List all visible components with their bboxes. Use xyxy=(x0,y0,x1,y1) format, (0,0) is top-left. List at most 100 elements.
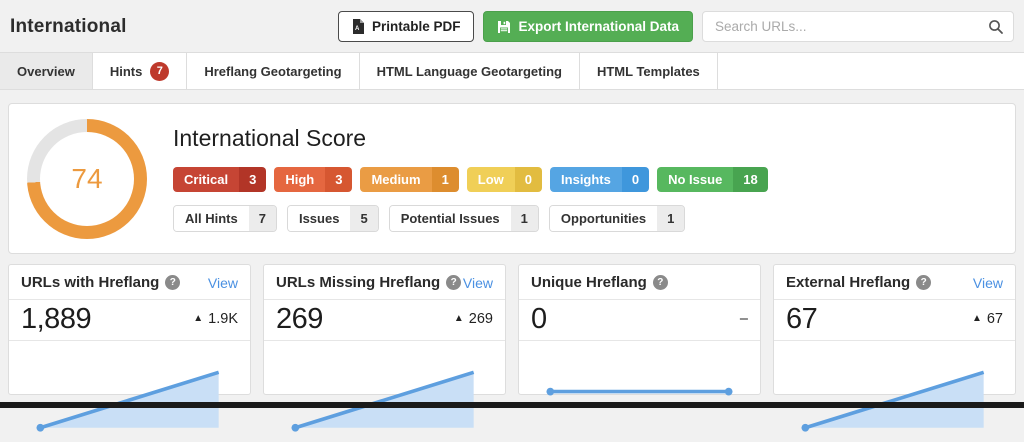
delta-indicator: ▲ 269 xyxy=(454,311,493,327)
card-header: Unique Hreflang ? xyxy=(519,265,760,300)
tab-hreflang-geotargeting[interactable]: Hreflang Geotargeting xyxy=(187,53,360,89)
score-panel-title: International Score xyxy=(173,125,367,151)
triangle-up-icon: ▲ xyxy=(971,313,982,324)
badge-no-issue-count: 18 xyxy=(733,167,768,192)
sparkline-svg xyxy=(36,370,220,432)
badge-medium-count: 1 xyxy=(431,167,459,192)
delta-indicator: ▲ 1.9K xyxy=(193,311,238,327)
badge-critical-count: 3 xyxy=(239,167,267,192)
card-value: 1,889 xyxy=(21,302,92,335)
triangle-up-icon: ▲ xyxy=(193,313,204,324)
badge-insights[interactable]: Insights 0 xyxy=(550,167,650,192)
printable-pdf-button[interactable]: A Printable PDF xyxy=(337,11,475,42)
sparkline-chart xyxy=(9,341,250,442)
badge-critical-label: Critical xyxy=(173,167,240,192)
tab-html-templates[interactable]: HTML Templates xyxy=(580,53,718,89)
card-value-row: 0 – xyxy=(519,300,760,341)
card-title: URLs with Hreflang xyxy=(21,274,160,291)
tab-bar-filler xyxy=(718,53,1024,89)
filter-opportunities-label: Opportunities xyxy=(549,206,658,231)
filter-potential-issues-label: Potential Issues xyxy=(389,206,511,231)
question-mark-icon[interactable]: ? xyxy=(916,275,932,290)
card-title: URLs Missing Hreflang xyxy=(276,274,441,291)
card-urls-with-hreflang: URLs with Hreflang ? View 1,889 ▲ 1.9K xyxy=(8,264,251,432)
card-value: 269 xyxy=(276,302,323,335)
badge-high[interactable]: High 3 xyxy=(274,167,353,192)
question-mark-icon[interactable]: ? xyxy=(446,275,462,290)
badge-critical[interactable]: Critical 3 xyxy=(173,167,267,192)
card-title: External Hreflang xyxy=(786,274,911,291)
badge-insights-count: 0 xyxy=(621,167,650,192)
card-urls-missing-hreflang: URLs Missing Hreflang ? View 269 ▲ 269 xyxy=(263,264,506,432)
view-link[interactable]: View xyxy=(973,275,1003,291)
tab-hints-label: Hints xyxy=(109,63,143,79)
tab-overview-label: Overview xyxy=(17,63,75,79)
score-content: International Score Critical 3 High 3 Me… xyxy=(147,125,995,232)
question-mark-icon[interactable]: ? xyxy=(165,275,181,290)
badge-high-count: 3 xyxy=(325,167,353,192)
card-value: 0 xyxy=(531,302,547,335)
badge-no-issue[interactable]: No Issue 18 xyxy=(657,167,768,192)
tab-html-language-geotargeting[interactable]: HTML Language Geotargeting xyxy=(360,53,580,89)
score-donut-chart: 74 xyxy=(27,118,147,239)
printable-pdf-label: Printable PDF xyxy=(371,19,461,34)
sparkline-chart xyxy=(519,341,760,442)
badge-medium[interactable]: Medium 1 xyxy=(360,167,459,192)
page-header: International A Printable PDF Export Int… xyxy=(0,0,1024,52)
triangle-up-icon: ▲ xyxy=(453,313,464,324)
badge-high-label: High xyxy=(274,167,326,192)
tab-overview[interactable]: Overview xyxy=(0,53,93,89)
card-value-row: 67 ▲ 67 xyxy=(774,300,1015,341)
sparkline-svg xyxy=(291,370,475,432)
international-score-panel: 74 International Score Critical 3 High 3… xyxy=(8,103,1016,254)
filter-opportunities-count: 1 xyxy=(657,206,685,231)
pdf-file-icon: A xyxy=(352,19,365,34)
search-icon[interactable] xyxy=(988,19,1004,35)
filter-all-hints-count: 7 xyxy=(248,206,276,231)
filter-potential-issues-count: 1 xyxy=(510,206,538,231)
filter-all-hints-label: All Hints xyxy=(174,206,249,231)
tab-bar: Overview Hints 7 Hreflang Geotargeting H… xyxy=(0,52,1024,90)
tab-html-templates-label: HTML Templates xyxy=(596,63,700,79)
filter-issues[interactable]: Issues 5 xyxy=(286,205,379,232)
save-icon xyxy=(497,20,511,34)
view-link[interactable]: View xyxy=(463,275,493,291)
card-header: URLs with Hreflang ? View xyxy=(9,265,250,300)
tab-hreflang-geotargeting-label: Hreflang Geotargeting xyxy=(204,63,342,79)
filter-issues-label: Issues xyxy=(287,206,351,231)
score-value: 74 xyxy=(71,162,103,194)
sparkline-chart xyxy=(264,341,505,442)
badge-medium-label: Medium xyxy=(360,167,432,192)
delta-value: 67 xyxy=(986,311,1003,327)
export-international-data-button[interactable]: Export International Data xyxy=(483,11,693,42)
delta-value: 1.9K xyxy=(208,311,238,327)
window-bottom-edge xyxy=(0,402,1024,408)
score-donut-hole: 74 xyxy=(40,131,134,226)
severity-badge-row: Critical 3 High 3 Medium 1 Low 0 Insight… xyxy=(173,167,995,192)
card-value-row: 1,889 ▲ 1.9K xyxy=(9,300,250,341)
sparkline-svg xyxy=(546,387,733,396)
card-header: External Hreflang ? View xyxy=(774,265,1015,300)
tab-hints[interactable]: Hints 7 xyxy=(93,53,188,89)
search-box xyxy=(702,11,1014,42)
tab-html-language-geotargeting-label: HTML Language Geotargeting xyxy=(376,63,562,79)
badge-low-label: Low xyxy=(466,167,515,192)
search-input[interactable] xyxy=(715,19,988,34)
filter-opportunities[interactable]: Opportunities 1 xyxy=(548,205,686,232)
filter-all-hints[interactable]: All Hints 7 xyxy=(173,205,277,232)
view-link[interactable]: View xyxy=(208,275,238,291)
page-title: International xyxy=(10,15,127,37)
badge-insights-label: Insights xyxy=(550,167,622,192)
card-unique-hreflang: Unique Hreflang ? 0 – xyxy=(518,264,761,396)
card-title: Unique Hreflang xyxy=(531,274,647,291)
badge-no-issue-label: No Issue xyxy=(657,167,734,192)
hints-count-badge: 7 xyxy=(150,61,170,81)
filter-potential-issues[interactable]: Potential Issues 1 xyxy=(388,205,539,232)
card-value: 67 xyxy=(786,302,818,335)
delta-indicator: – xyxy=(735,311,748,327)
hint-filter-row: All Hints 7 Issues 5 Potential Issues 1 … xyxy=(173,205,995,232)
question-mark-icon[interactable]: ? xyxy=(652,275,668,290)
delta-indicator: ▲ 67 xyxy=(972,311,1003,327)
export-button-label: Export International Data xyxy=(518,19,679,34)
badge-low[interactable]: Low 0 xyxy=(466,167,543,192)
